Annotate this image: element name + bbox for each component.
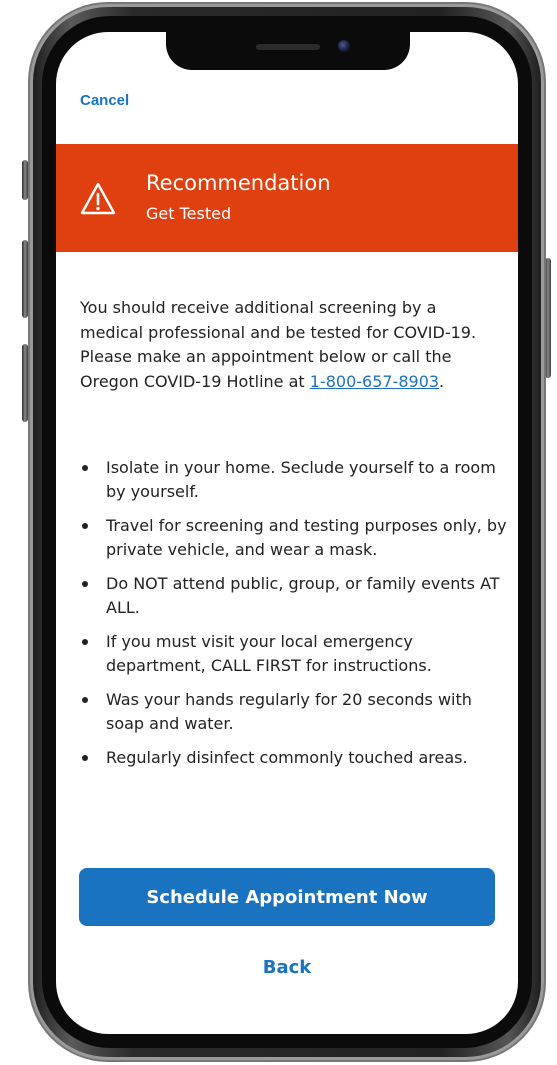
device-mockup: Cancel Recommendation Get Tested You sho… — [0, 0, 557, 1065]
list-item: Travel for screening and testing purpose… — [80, 514, 510, 562]
recommendation-banner: Recommendation Get Tested — [56, 144, 518, 252]
volume-down-button — [22, 344, 28, 422]
guidance-list: Isolate in your home. Seclude yourself t… — [80, 456, 510, 780]
app-screen: Cancel Recommendation Get Tested You sho… — [56, 32, 518, 1034]
banner-title: Recommendation — [146, 171, 331, 195]
speaker-grille — [256, 44, 320, 50]
back-link[interactable]: Back — [56, 957, 518, 978]
notch — [166, 32, 410, 70]
list-item: Regularly disinfect commonly touched are… — [80, 746, 510, 770]
hotline-phone-link[interactable]: 1-800-657-8903 — [310, 372, 439, 391]
schedule-appointment-button[interactable]: Schedule Appointment Now — [79, 868, 495, 926]
warning-triangle-icon — [80, 182, 116, 215]
power-button — [545, 258, 551, 378]
volume-up-button — [22, 240, 28, 318]
list-item: Isolate in your home. Seclude yourself t… — [80, 456, 510, 504]
intro-text-end: . — [439, 371, 445, 391]
list-item: If you must visit your local emergency d… — [80, 630, 510, 678]
banner-subtitle: Get Tested — [146, 204, 232, 223]
intro-paragraph: You should receive additional screening … — [80, 296, 500, 394]
list-item: Do NOT attend public, group, or family e… — [80, 572, 510, 620]
front-camera — [338, 40, 350, 52]
list-item: Was your hands regularly for 20 seconds … — [80, 688, 510, 736]
mute-switch — [22, 160, 28, 200]
cancel-link[interactable]: Cancel — [80, 92, 129, 109]
